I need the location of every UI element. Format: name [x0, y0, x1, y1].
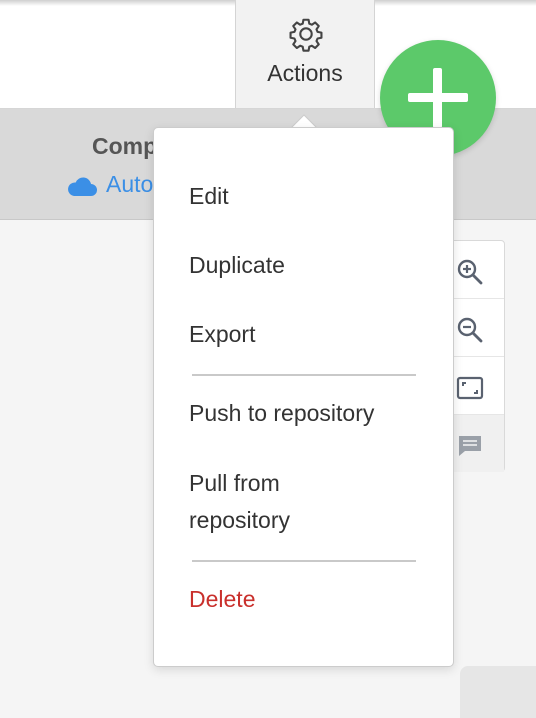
actions-label: Actions: [267, 60, 343, 86]
menu-item-pull-from-repository[interactable]: Pull from repository: [189, 465, 369, 539]
menu-item-export[interactable]: Export: [189, 316, 255, 353]
auto-link[interactable]: Auto: [106, 171, 153, 198]
menu-item-duplicate[interactable]: Duplicate: [189, 247, 285, 284]
fit-screen-icon: [456, 376, 484, 400]
menu-item-edit[interactable]: Edit: [189, 178, 229, 215]
corner-panel: [460, 666, 536, 718]
actions-button[interactable]: Actions: [235, 0, 375, 108]
zoom-in-icon: [457, 259, 483, 285]
zoom-out-icon: [457, 317, 483, 343]
menu-item-delete[interactable]: Delete: [189, 581, 255, 618]
menu-divider: [192, 374, 416, 376]
actions-menu: Edit Duplicate Export Push to repository…: [153, 127, 454, 667]
cloud-icon: [68, 177, 97, 196]
menu-item-push-to-repository[interactable]: Push to repository: [189, 395, 374, 432]
page-title: Comp: [92, 133, 158, 159]
gear-icon: [289, 18, 323, 52]
menu-divider: [192, 560, 416, 562]
plus-icon-bar: [408, 93, 468, 102]
comment-icon: [459, 436, 481, 456]
